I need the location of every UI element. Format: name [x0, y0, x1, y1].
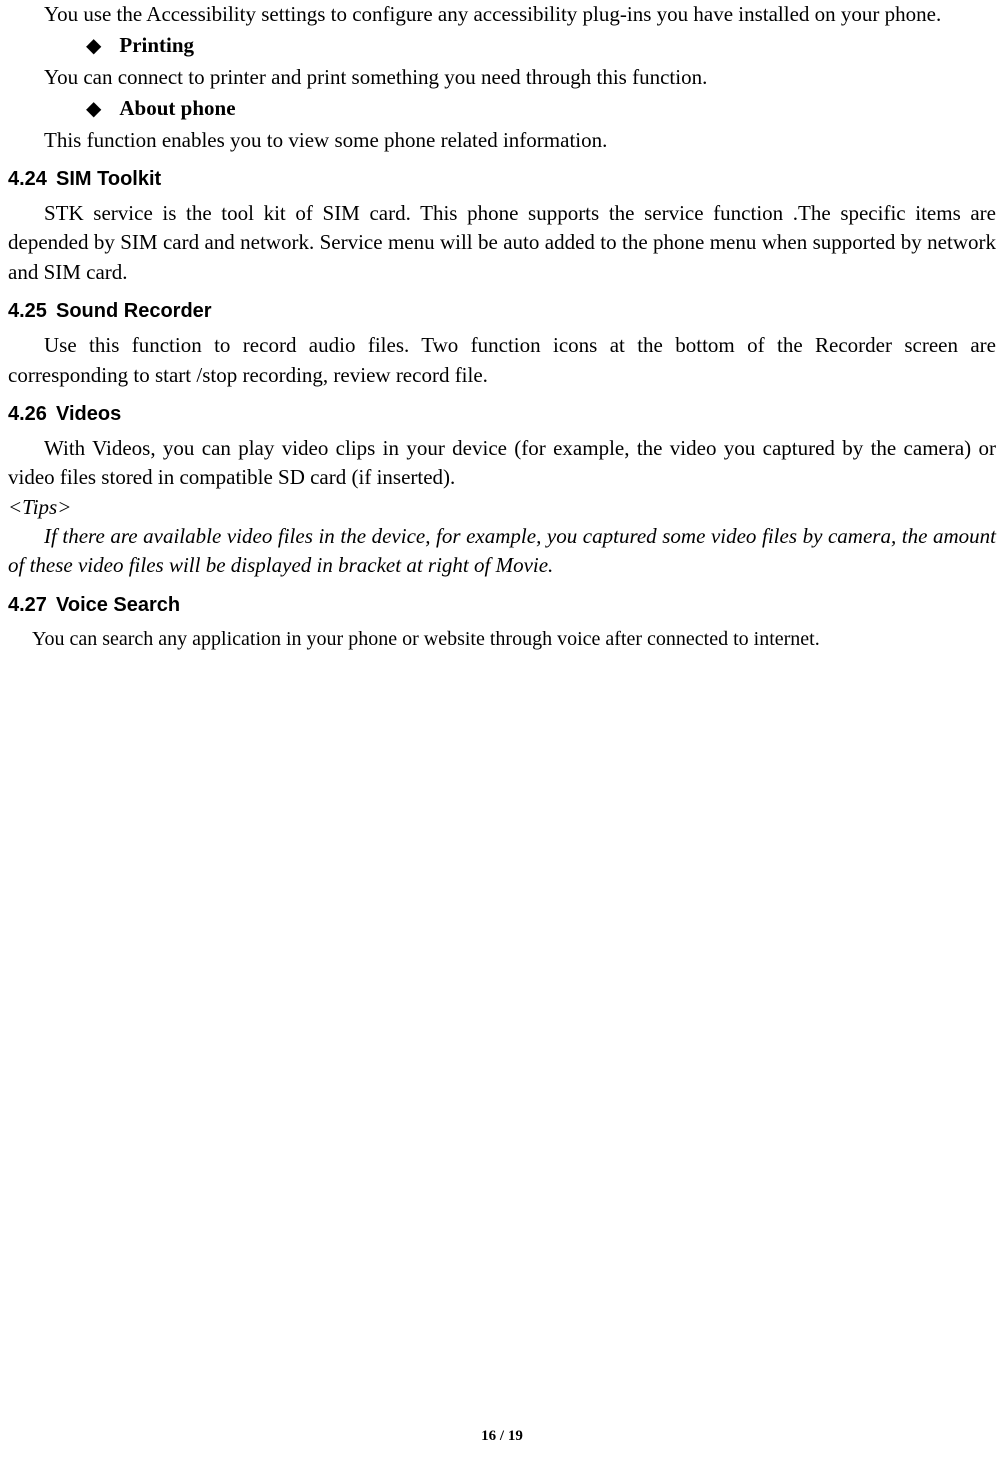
printing-description: You can connect to printer and print som…	[8, 63, 996, 92]
bullet-about-phone: ◆ About phone	[8, 94, 996, 123]
page-footer: 16 / 19	[0, 1426, 1004, 1447]
heading-videos: 4.26Videos	[8, 400, 996, 428]
sim-toolkit-body: STK service is the tool kit of SIM card.…	[8, 199, 996, 287]
tips-label: <Tips>	[8, 493, 996, 522]
heading-voice-search: 4.27Voice Search	[8, 591, 996, 619]
section-title: Videos	[56, 403, 121, 425]
bullet-printing-label: Printing	[119, 31, 194, 60]
about-description: This function enables you to view some p…	[8, 126, 996, 155]
videos-body: With Videos, you can play video clips in…	[8, 434, 996, 493]
tips-body: If there are available video files in th…	[8, 522, 996, 581]
heading-sim-toolkit: 4.24SIM Toolkit	[8, 165, 996, 193]
diamond-icon: ◆	[86, 95, 101, 123]
diamond-icon: ◆	[86, 32, 101, 60]
page-current: 16	[481, 1428, 496, 1444]
section-number: 4.26	[8, 400, 56, 428]
section-title: Sound Recorder	[56, 300, 212, 322]
section-number: 4.25	[8, 297, 56, 325]
heading-sound-recorder: 4.25Sound Recorder	[8, 297, 996, 325]
voice-search-body: You can search any application in your p…	[8, 625, 996, 653]
section-number: 4.24	[8, 165, 56, 193]
bullet-printing: ◆ Printing	[8, 31, 996, 60]
section-title: Voice Search	[56, 594, 180, 616]
section-number: 4.27	[8, 591, 56, 619]
bullet-about-label: About phone	[119, 94, 235, 123]
accessibility-description: You use the Accessibility settings to co…	[8, 0, 996, 29]
page-total: 19	[508, 1428, 523, 1444]
sound-recorder-body: Use this function to record audio files.…	[8, 331, 996, 390]
page-separator: /	[496, 1428, 508, 1444]
section-title: SIM Toolkit	[56, 168, 161, 190]
